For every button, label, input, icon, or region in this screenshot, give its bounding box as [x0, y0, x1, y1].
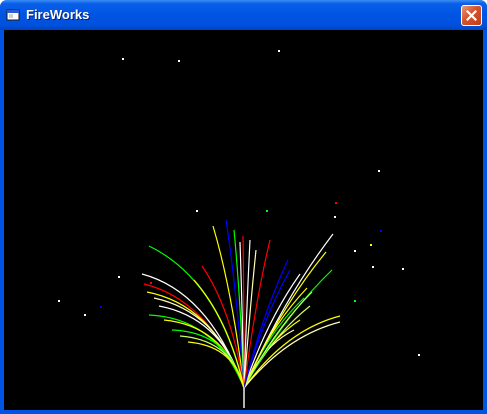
fireworks-drawing: [58, 50, 420, 408]
spark-dot: [418, 354, 420, 356]
spark-dot: [334, 216, 336, 218]
firework-trail: [187, 341, 245, 389]
spark-dot: [354, 300, 356, 302]
spark-dot: [335, 202, 337, 204]
spark-dot: [380, 230, 382, 232]
spark-dot: [372, 266, 374, 268]
fireworks-canvas: [4, 30, 483, 410]
spark-dot: [278, 50, 280, 52]
spark-dot: [150, 282, 152, 284]
firework-trail: [243, 321, 341, 389]
app-window-icon: [6, 9, 20, 21]
spark-dot: [370, 244, 372, 246]
spark-dot: [354, 250, 356, 252]
close-icon: [466, 10, 477, 21]
close-button[interactable]: [461, 5, 482, 26]
spark-dot: [58, 300, 60, 302]
spark-dot: [84, 314, 86, 316]
spark-dot: [402, 268, 404, 270]
window-title: FireWorks: [26, 7, 90, 22]
app-window: FireWorks: [0, 0, 487, 414]
firework-trail: [243, 269, 291, 389]
title-bar[interactable]: FireWorks: [0, 0, 487, 30]
spark-dot: [122, 58, 124, 60]
spark-dot: [178, 60, 180, 62]
spark-dot: [196, 210, 198, 212]
spark-dot: [100, 306, 102, 308]
spark-dot: [378, 170, 380, 172]
spark-dot: [266, 210, 268, 212]
spark-dot: [118, 276, 120, 278]
firework-trail: [179, 335, 245, 389]
